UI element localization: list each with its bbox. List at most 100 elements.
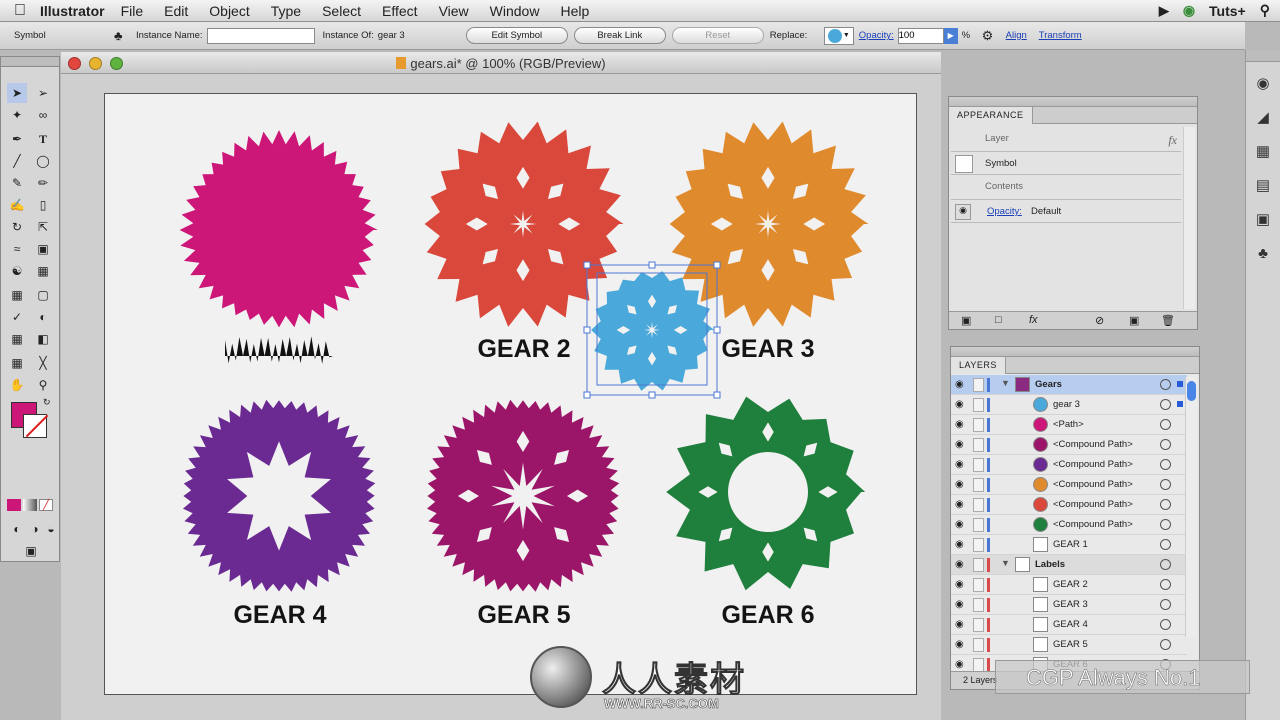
sublayer-row[interactable]: ◉ <Compound Path> — [951, 515, 1187, 535]
recolor-icon[interactable]: ⚙ — [982, 28, 1006, 44]
tools-panel-header[interactable] — [1, 57, 59, 67]
resize-handle[interactable] — [648, 261, 656, 269]
globe-icon[interactable]: ◉ — [1183, 2, 1195, 19]
resize-handle[interactable] — [648, 391, 656, 399]
document-titlebar[interactable]: gears.ai* @ 100% (RGB/Preview) — [61, 52, 941, 74]
visibility-eye-icon[interactable]: ◉ — [955, 419, 969, 431]
gear-3-shape[interactable] — [669, 121, 869, 327]
dock-header[interactable] — [1246, 50, 1280, 62]
layers-scrollbar[interactable] — [1185, 377, 1197, 637]
ellipse-tool-icon[interactable]: ◯ — [33, 151, 53, 171]
lock-toggle[interactable] — [973, 498, 984, 512]
apple-icon[interactable]:  — [0, 2, 40, 20]
lock-toggle[interactable] — [973, 398, 984, 412]
lock-toggle[interactable] — [973, 518, 984, 532]
sublayer-row[interactable]: ◉ <Compound Path> — [951, 435, 1187, 455]
swatches-panel-icon[interactable]: ▦ — [1250, 138, 1276, 164]
sublayer-row[interactable]: ◉ GEAR 4 — [951, 615, 1187, 635]
fx-icon[interactable]: fx — [1168, 133, 1177, 148]
resize-handle[interactable] — [583, 261, 591, 269]
eraser-tool-icon[interactable]: ▯ — [33, 195, 53, 215]
brushes-panel-icon[interactable]: ▤ — [1250, 172, 1276, 198]
draw-mode-icon[interactable]: ◐ — [7, 519, 27, 539]
slice-tool-icon[interactable]: ╳ — [33, 353, 53, 373]
opacity-link[interactable]: Opacity: — [859, 30, 894, 41]
visibility-eye-icon[interactable]: ◉ — [955, 499, 969, 511]
hand-tool-icon[interactable]: ✋ — [7, 375, 27, 395]
opacity-arrow-button[interactable]: ▶ — [943, 27, 958, 44]
target-circle-icon[interactable] — [1160, 559, 1171, 570]
gear-5-shape[interactable] — [427, 399, 620, 592]
resize-handle[interactable] — [583, 326, 591, 334]
opacity-input[interactable] — [897, 27, 944, 44]
sublayer-row[interactable]: ◉ <Compound Path> — [951, 495, 1187, 515]
gear-3-label[interactable]: GEAR 3 — [688, 335, 848, 364]
target-circle-icon[interactable] — [1160, 579, 1171, 590]
target-circle-icon[interactable] — [1160, 539, 1171, 550]
appearance-opacity-link[interactable]: Opacity: — [987, 206, 1022, 217]
sublayer-row[interactable]: ◉ GEAR 3 — [951, 595, 1187, 615]
blob-brush-tool-icon[interactable]: ✍ — [7, 195, 27, 215]
menu-help[interactable]: Help — [560, 3, 589, 19]
menu-window[interactable]: Window — [490, 3, 540, 19]
instance-name-input[interactable] — [206, 27, 315, 44]
pen-tool-icon[interactable]: ✒ — [7, 129, 27, 149]
visibility-eye-icon[interactable]: ◉ — [955, 519, 969, 531]
zoom-tool-icon[interactable]: ⚲ — [33, 375, 53, 395]
sublayer-row[interactable]: ◉ GEAR 1 — [951, 535, 1187, 555]
break-link-button[interactable]: Break Link — [573, 27, 666, 44]
artboard-tool-icon[interactable]: ▦ — [7, 353, 27, 373]
screen-mode-icon[interactable]: ▣ — [19, 541, 43, 561]
layers-panel-header[interactable] — [951, 347, 1199, 357]
menu-edit[interactable]: Edit — [164, 3, 188, 19]
menu-effect[interactable]: Effect — [382, 3, 418, 19]
target-circle-icon[interactable] — [1160, 639, 1171, 650]
sublayer-row[interactable]: ◉ GEAR 2 — [951, 575, 1187, 595]
gear-3-instance-shape[interactable] — [591, 271, 714, 391]
lock-toggle[interactable] — [973, 658, 984, 672]
appearance-panel-header[interactable] — [949, 97, 1197, 107]
target-circle-icon[interactable] — [1160, 399, 1171, 410]
magic-wand-tool-icon[interactable]: ✦ — [7, 105, 27, 125]
menu-type[interactable]: Type — [271, 3, 301, 19]
video-icon[interactable]: ▶ — [1159, 3, 1169, 19]
gear-4-label[interactable]: GEAR 4 — [200, 601, 360, 630]
gear-6-shape[interactable] — [666, 396, 866, 591]
graphic-styles-icon[interactable]: ▣ — [1250, 206, 1276, 232]
draw-inside-icon[interactable]: ◒ — [41, 519, 61, 539]
lock-toggle[interactable] — [973, 378, 984, 392]
gradient-panel-icon[interactable]: ◢ — [1250, 104, 1276, 130]
target-circle-icon[interactable] — [1160, 479, 1171, 490]
gear-5-label[interactable]: GEAR 5 — [444, 601, 604, 630]
disclosure-triangle-icon[interactable]: ▼ — [1001, 558, 1010, 568]
visibility-eye-icon[interactable]: ◉ — [955, 639, 969, 651]
duplicate-item-icon[interactable]: ▣ — [1129, 314, 1139, 327]
add-effect-icon[interactable]: fx — [1029, 314, 1038, 326]
appearance-tab[interactable]: APPEARANCE — [949, 107, 1033, 124]
lock-toggle[interactable] — [973, 558, 984, 572]
target-circle-icon[interactable] — [1160, 499, 1171, 510]
lock-toggle[interactable] — [973, 438, 984, 452]
target-circle-icon[interactable] — [1160, 439, 1171, 450]
tuts-menu[interactable]: Tuts+ — [1209, 3, 1246, 19]
disclosure-triangle-icon[interactable]: ▼ — [1001, 378, 1010, 388]
selection-tool-icon[interactable]: ➤ — [7, 83, 27, 103]
lock-toggle[interactable] — [973, 478, 984, 492]
swap-fill-stroke-icon[interactable]: ↻ — [43, 397, 51, 408]
add-fill-icon[interactable]: □ — [995, 314, 1002, 326]
target-circle-icon[interactable] — [1160, 519, 1171, 530]
appearance-opacity-row[interactable]: ◉ Opacity: Default — [951, 199, 1181, 223]
edit-symbol-button[interactable]: Edit Symbol — [465, 27, 568, 44]
direct-selection-tool-icon[interactable]: ➢ — [33, 83, 53, 103]
visibility-eye-icon[interactable]: ◉ — [955, 619, 969, 631]
layer-row[interactable]: ◉ ▼ Labels — [951, 555, 1187, 575]
pencil-tool-icon[interactable]: ✏ — [33, 173, 53, 193]
gear-2-label[interactable]: GEAR 2 — [444, 335, 604, 364]
column-graph-tool-icon[interactable]: ▦ — [33, 261, 53, 281]
delete-item-icon[interactable]: 🗑 — [1161, 314, 1175, 327]
gradient-mode-icon[interactable] — [23, 499, 37, 511]
visibility-eye-icon[interactable]: ◉ — [955, 399, 969, 411]
visibility-eye-icon[interactable]: ◉ — [955, 559, 969, 571]
menu-object[interactable]: Object — [209, 3, 249, 19]
gradient-tool-icon[interactable]: ▢ — [33, 285, 53, 305]
